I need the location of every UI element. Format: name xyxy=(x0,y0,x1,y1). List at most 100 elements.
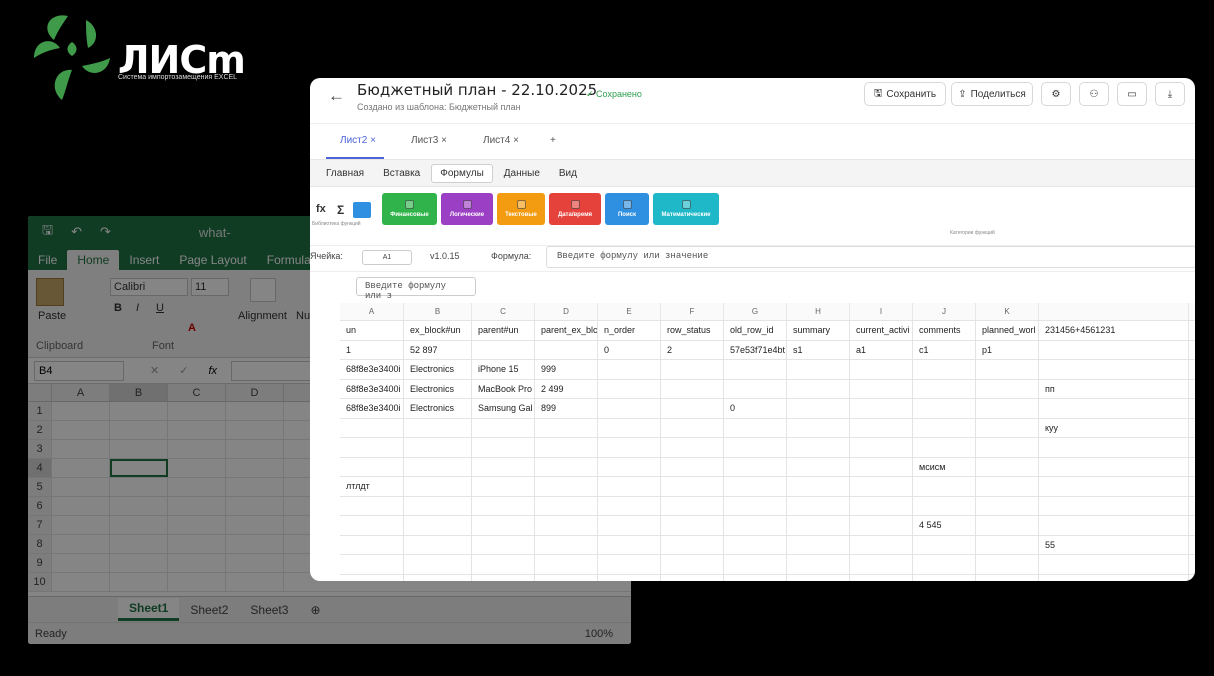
grid-cell[interactable]: Electronics xyxy=(404,399,472,418)
grid-cell[interactable] xyxy=(598,535,661,554)
grid-cell[interactable]: 999 xyxy=(535,360,598,379)
grid-cell[interactable] xyxy=(976,496,1039,515)
grid-cell[interactable]: 68f8e3e3400i xyxy=(340,360,404,379)
grid-cell[interactable] xyxy=(850,418,913,437)
grid-cell[interactable]: 68f8e3e3400i xyxy=(340,379,404,398)
grid-cell[interactable] xyxy=(787,574,850,581)
grid-cell[interactable] xyxy=(850,574,913,581)
grid-cell[interactable] xyxy=(661,457,724,476)
grid-cell[interactable] xyxy=(598,438,661,457)
grid-cell[interactable]: 4 545 xyxy=(913,516,976,535)
column-header[interactable]: G xyxy=(724,303,787,320)
column-header[interactable]: H xyxy=(787,303,850,320)
settings-button[interactable]: ⚙ xyxy=(1041,82,1071,106)
grid-cell[interactable] xyxy=(1039,496,1189,515)
grid-cell[interactable] xyxy=(913,379,976,398)
grid-cell[interactable] xyxy=(661,438,724,457)
grid-cell[interactable]: summary xyxy=(787,321,850,340)
grid-cell[interactable] xyxy=(976,477,1039,496)
grid-cell[interactable]: 55 xyxy=(1039,535,1189,554)
grid-cell[interactable] xyxy=(1039,574,1189,581)
grid-cell[interactable] xyxy=(724,516,787,535)
grid-cell[interactable]: мсисм xyxy=(913,457,976,476)
grid-cell[interactable] xyxy=(787,477,850,496)
menu-insert[interactable]: Вставка xyxy=(375,165,428,182)
grid-cell[interactable]: 231456+4561231 xyxy=(1039,321,1189,340)
grid-cell[interactable]: old_row_id xyxy=(724,321,787,340)
menu-data[interactable]: Данные xyxy=(496,165,548,182)
grid-cell[interactable] xyxy=(724,496,787,515)
grid-cell[interactable] xyxy=(535,496,598,515)
grid-cell[interactable] xyxy=(472,574,535,581)
sheet-tab-2[interactable]: Лист3 × xyxy=(411,135,447,146)
grid-cell[interactable]: row_status xyxy=(661,321,724,340)
grid-cell[interactable] xyxy=(787,496,850,515)
grid-cell[interactable] xyxy=(1039,516,1189,535)
grid-cell[interactable]: 2 xyxy=(661,340,724,359)
grid-cell[interactable] xyxy=(598,477,661,496)
grid-cell[interactable] xyxy=(787,535,850,554)
grid-cell[interactable] xyxy=(976,574,1039,581)
cell-edit-input[interactable]: Введите формулу или з xyxy=(356,277,476,301)
column-header[interactable]: E xyxy=(598,303,661,320)
grid-cell[interactable] xyxy=(404,418,472,437)
grid-cell[interactable]: 2 499 xyxy=(535,379,598,398)
save-button[interactable]: 🖫 Сохранить xyxy=(864,82,946,106)
grid-cell[interactable] xyxy=(976,360,1039,379)
grid-cell[interactable] xyxy=(535,535,598,554)
grid-cell[interactable] xyxy=(661,399,724,418)
grid-cell[interactable] xyxy=(404,555,472,574)
grid-cell[interactable] xyxy=(976,457,1039,476)
grid-cell[interactable] xyxy=(340,438,404,457)
grid-cell[interactable] xyxy=(661,555,724,574)
grid-cell[interactable] xyxy=(661,496,724,515)
grid-cell[interactable] xyxy=(472,457,535,476)
grid-cell[interactable] xyxy=(404,574,472,581)
grid-cell[interactable] xyxy=(976,418,1039,437)
grid-cell[interactable]: 899 xyxy=(535,399,598,418)
comments-button[interactable]: ▭ xyxy=(1117,82,1147,106)
cell-reference-input[interactable]: A1 xyxy=(362,250,412,265)
close-icon[interactable]: × xyxy=(441,135,447,146)
grid-cell[interactable] xyxy=(598,379,661,398)
grid-cell[interactable] xyxy=(850,555,913,574)
grid-cell[interactable] xyxy=(535,574,598,581)
grid-cell[interactable]: c1 xyxy=(913,340,976,359)
grid-cell[interactable]: 57e53f71e4bt xyxy=(724,340,787,359)
grid-cell[interactable] xyxy=(340,555,404,574)
grid-cell[interactable] xyxy=(404,438,472,457)
grid-cell[interactable] xyxy=(472,340,535,359)
menu-formulas[interactable]: Формулы xyxy=(431,163,493,183)
grid-cell[interactable] xyxy=(850,379,913,398)
grid-cell[interactable] xyxy=(724,555,787,574)
grid-cell[interactable] xyxy=(472,496,535,515)
grid-cell[interactable] xyxy=(724,457,787,476)
grid-cell[interactable] xyxy=(535,457,598,476)
grid-cell[interactable] xyxy=(340,457,404,476)
grid-cell[interactable] xyxy=(598,399,661,418)
grid-cell[interactable] xyxy=(724,360,787,379)
grid-cell[interactable] xyxy=(535,555,598,574)
download-button[interactable]: ⤓ xyxy=(1155,82,1185,106)
grid-cell[interactable] xyxy=(661,418,724,437)
logical-functions-button[interactable]: Логические xyxy=(441,193,493,225)
grid-cell[interactable] xyxy=(404,457,472,476)
grid-cell[interactable] xyxy=(850,457,913,476)
sheet-tab-3[interactable]: Лист4 × xyxy=(483,135,519,146)
grid-cell[interactable] xyxy=(787,457,850,476)
grid-cell[interactable] xyxy=(472,535,535,554)
grid-cell[interactable] xyxy=(340,535,404,554)
grid-cell[interactable] xyxy=(598,418,661,437)
grid-cell[interactable]: s1 xyxy=(787,340,850,359)
grid-cell[interactable] xyxy=(472,516,535,535)
grid-cell[interactable] xyxy=(976,535,1039,554)
grid-cell[interactable] xyxy=(850,516,913,535)
grid-cell[interactable] xyxy=(850,477,913,496)
users-button[interactable]: ⚇ xyxy=(1079,82,1109,106)
grid-cell[interactable] xyxy=(724,535,787,554)
grid-cell[interactable]: ex_block#un xyxy=(404,321,472,340)
grid-cell[interactable]: 1 xyxy=(340,340,404,359)
grid-cell[interactable]: comments xyxy=(913,321,976,340)
grid-cell[interactable] xyxy=(976,379,1039,398)
grid-cell[interactable]: planned_worl xyxy=(976,321,1039,340)
